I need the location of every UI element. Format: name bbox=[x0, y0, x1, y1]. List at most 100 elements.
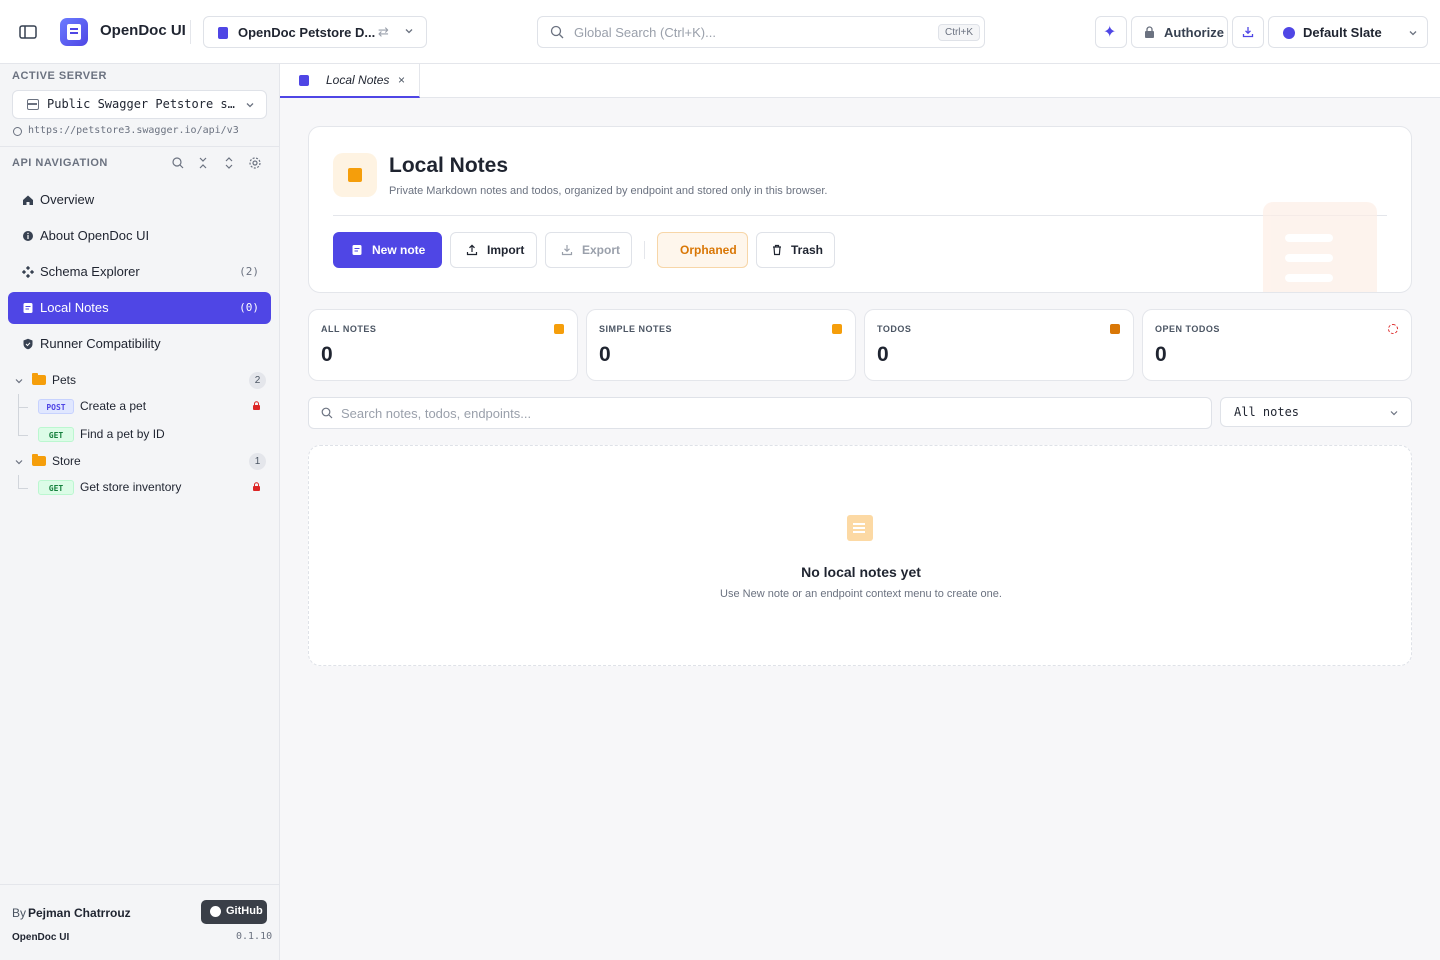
settings-gear-icon[interactable] bbox=[248, 156, 262, 170]
sidebar-item-overview[interactable]: Overview bbox=[8, 184, 271, 216]
tab-bar: Local Notes × bbox=[280, 64, 1440, 98]
orphaned-label: Orphaned bbox=[680, 243, 737, 257]
sidebar-item-label: Local Notes bbox=[40, 300, 109, 315]
app-header: OpenDoc UI OpenDoc Petstore D... ⇄ Ctrl+… bbox=[0, 0, 1440, 64]
new-note-button[interactable]: New note bbox=[333, 232, 442, 268]
folder-icon bbox=[32, 454, 46, 466]
notes-search-input[interactable] bbox=[341, 400, 1201, 426]
trash-label: Trash bbox=[791, 243, 824, 257]
stat-all-notes: ALL NOTES 0 bbox=[308, 309, 578, 381]
operation-create-pet[interactable]: POST Create a pet bbox=[38, 397, 267, 417]
download-button[interactable] bbox=[1232, 16, 1264, 48]
sidebar-item-count: (0) bbox=[239, 301, 259, 314]
notes-header-card: Local Notes Private Markdown notes and t… bbox=[308, 126, 1412, 293]
checkbox-icon bbox=[1110, 324, 1120, 334]
stat-value: 0 bbox=[599, 343, 611, 366]
ai-assistant-button[interactable]: ✦ bbox=[1095, 16, 1127, 48]
app-logo-icon bbox=[60, 18, 88, 46]
spec-selector[interactable]: OpenDoc Petstore D... ⇄ bbox=[203, 16, 427, 48]
collapse-all-icon[interactable] bbox=[196, 156, 210, 170]
authorize-button[interactable]: Authorize bbox=[1131, 16, 1228, 48]
palette-icon bbox=[1283, 27, 1295, 39]
theme-selector[interactable]: Default Slate bbox=[1268, 16, 1428, 48]
spec-selector-label: OpenDoc Petstore D... bbox=[238, 25, 376, 40]
authorize-label: Authorize bbox=[1164, 25, 1224, 40]
lock-icon bbox=[1145, 26, 1154, 38]
trash-icon bbox=[773, 244, 781, 256]
server-selector[interactable]: Public Swagger Petstore s… bbox=[12, 90, 267, 119]
button-divider bbox=[644, 241, 645, 259]
lock-icon bbox=[253, 482, 260, 491]
stat-label: TODOS bbox=[877, 324, 912, 334]
notes-filter-select[interactable]: All notes bbox=[1220, 397, 1412, 427]
note-icon bbox=[299, 75, 309, 86]
expand-all-icon[interactable] bbox=[222, 156, 236, 170]
close-icon[interactable]: × bbox=[398, 73, 405, 87]
download-icon bbox=[561, 245, 573, 256]
notes-search[interactable] bbox=[308, 397, 1212, 429]
sidebar-footer: By Pejman Chatrrouz GitHub OpenDoc UI 0.… bbox=[0, 884, 279, 960]
page-subtitle: Private Markdown notes and todos, organi… bbox=[389, 185, 828, 197]
server-name: Public Swagger Petstore s… bbox=[47, 97, 235, 111]
note-icon bbox=[23, 303, 33, 313]
global-search-input[interactable] bbox=[574, 18, 934, 46]
info-icon bbox=[23, 231, 33, 241]
sidebar-item-label: Overview bbox=[40, 192, 95, 207]
sidebar-item-label: Schema Explorer bbox=[40, 264, 140, 279]
method-badge: GET bbox=[38, 427, 74, 442]
search-shortcut-badge: Ctrl+K bbox=[938, 24, 980, 41]
header-divider bbox=[333, 215, 1387, 216]
sidebar-item-runner-compatibility[interactable]: Runner Compatibility bbox=[8, 328, 271, 360]
global-search[interactable]: Ctrl+K bbox=[537, 16, 985, 48]
sidebar-item-local-notes[interactable]: Local Notes (0) bbox=[8, 292, 271, 324]
operation-label: Get store inventory bbox=[80, 480, 182, 494]
note-watermark-icon bbox=[1263, 202, 1377, 292]
chevron-down-icon bbox=[246, 103, 254, 108]
export-button[interactable]: Export bbox=[545, 232, 632, 268]
tab-label: Local Notes bbox=[326, 73, 390, 87]
operation-get-store-inventory[interactable]: GET Get store inventory bbox=[38, 478, 267, 498]
tab-local-notes[interactable]: Local Notes × bbox=[280, 64, 420, 98]
github-button[interactable]: GitHub bbox=[201, 900, 267, 924]
note-icon bbox=[832, 324, 842, 334]
github-icon bbox=[210, 906, 221, 917]
notes-icon bbox=[333, 153, 377, 197]
refresh-icon[interactable]: ⇄ bbox=[378, 24, 389, 40]
chevron-down-icon bbox=[1390, 411, 1398, 416]
sidebar-item-label: Runner Compatibility bbox=[40, 336, 161, 351]
tree-connector bbox=[18, 407, 28, 408]
sidebar-toggle-icon[interactable] bbox=[18, 22, 38, 42]
empty-state-title: No local notes yet bbox=[801, 564, 921, 580]
tag-group-label: Pets bbox=[52, 373, 77, 387]
stat-value: 0 bbox=[321, 343, 333, 366]
document-icon bbox=[218, 27, 228, 39]
note-icon bbox=[847, 515, 873, 541]
search-icon bbox=[550, 25, 564, 39]
tag-group-pets[interactable]: Pets 2 bbox=[8, 370, 271, 392]
sidebar-item-about[interactable]: About OpenDoc UI bbox=[8, 220, 271, 252]
main-content: Local Notes Private Markdown notes and t… bbox=[280, 98, 1440, 960]
open-circle-icon bbox=[1388, 324, 1398, 334]
method-badge: GET bbox=[38, 480, 74, 495]
chevron-down-icon bbox=[405, 29, 413, 34]
stat-label: SIMPLE NOTES bbox=[599, 324, 673, 334]
empty-state-subtitle: Use New note or an endpoint context menu… bbox=[720, 588, 1002, 600]
operation-find-pet-by-id[interactable]: GET Find a pet by ID bbox=[38, 425, 267, 445]
sidebar-item-schema-explorer[interactable]: Schema Explorer (2) bbox=[8, 256, 271, 288]
lock-icon bbox=[253, 401, 260, 410]
search-icon[interactable] bbox=[171, 156, 185, 170]
trash-button[interactable]: Trash bbox=[756, 232, 835, 268]
stat-todos: TODOS 0 bbox=[864, 309, 1134, 381]
tag-group-store[interactable]: Store 1 bbox=[8, 451, 271, 473]
orphaned-button[interactable]: Orphaned bbox=[657, 232, 748, 268]
note-icon bbox=[352, 245, 362, 255]
shield-icon bbox=[23, 338, 33, 350]
tree-connector bbox=[18, 475, 19, 489]
search-icon bbox=[321, 407, 333, 419]
import-button[interactable]: Import bbox=[450, 232, 537, 268]
version-label: 0.1.10 bbox=[236, 931, 273, 942]
stat-label: ALL NOTES bbox=[321, 324, 377, 334]
method-badge: POST bbox=[38, 399, 74, 414]
home-icon bbox=[23, 195, 33, 205]
filter-value: All notes bbox=[1234, 405, 1300, 419]
